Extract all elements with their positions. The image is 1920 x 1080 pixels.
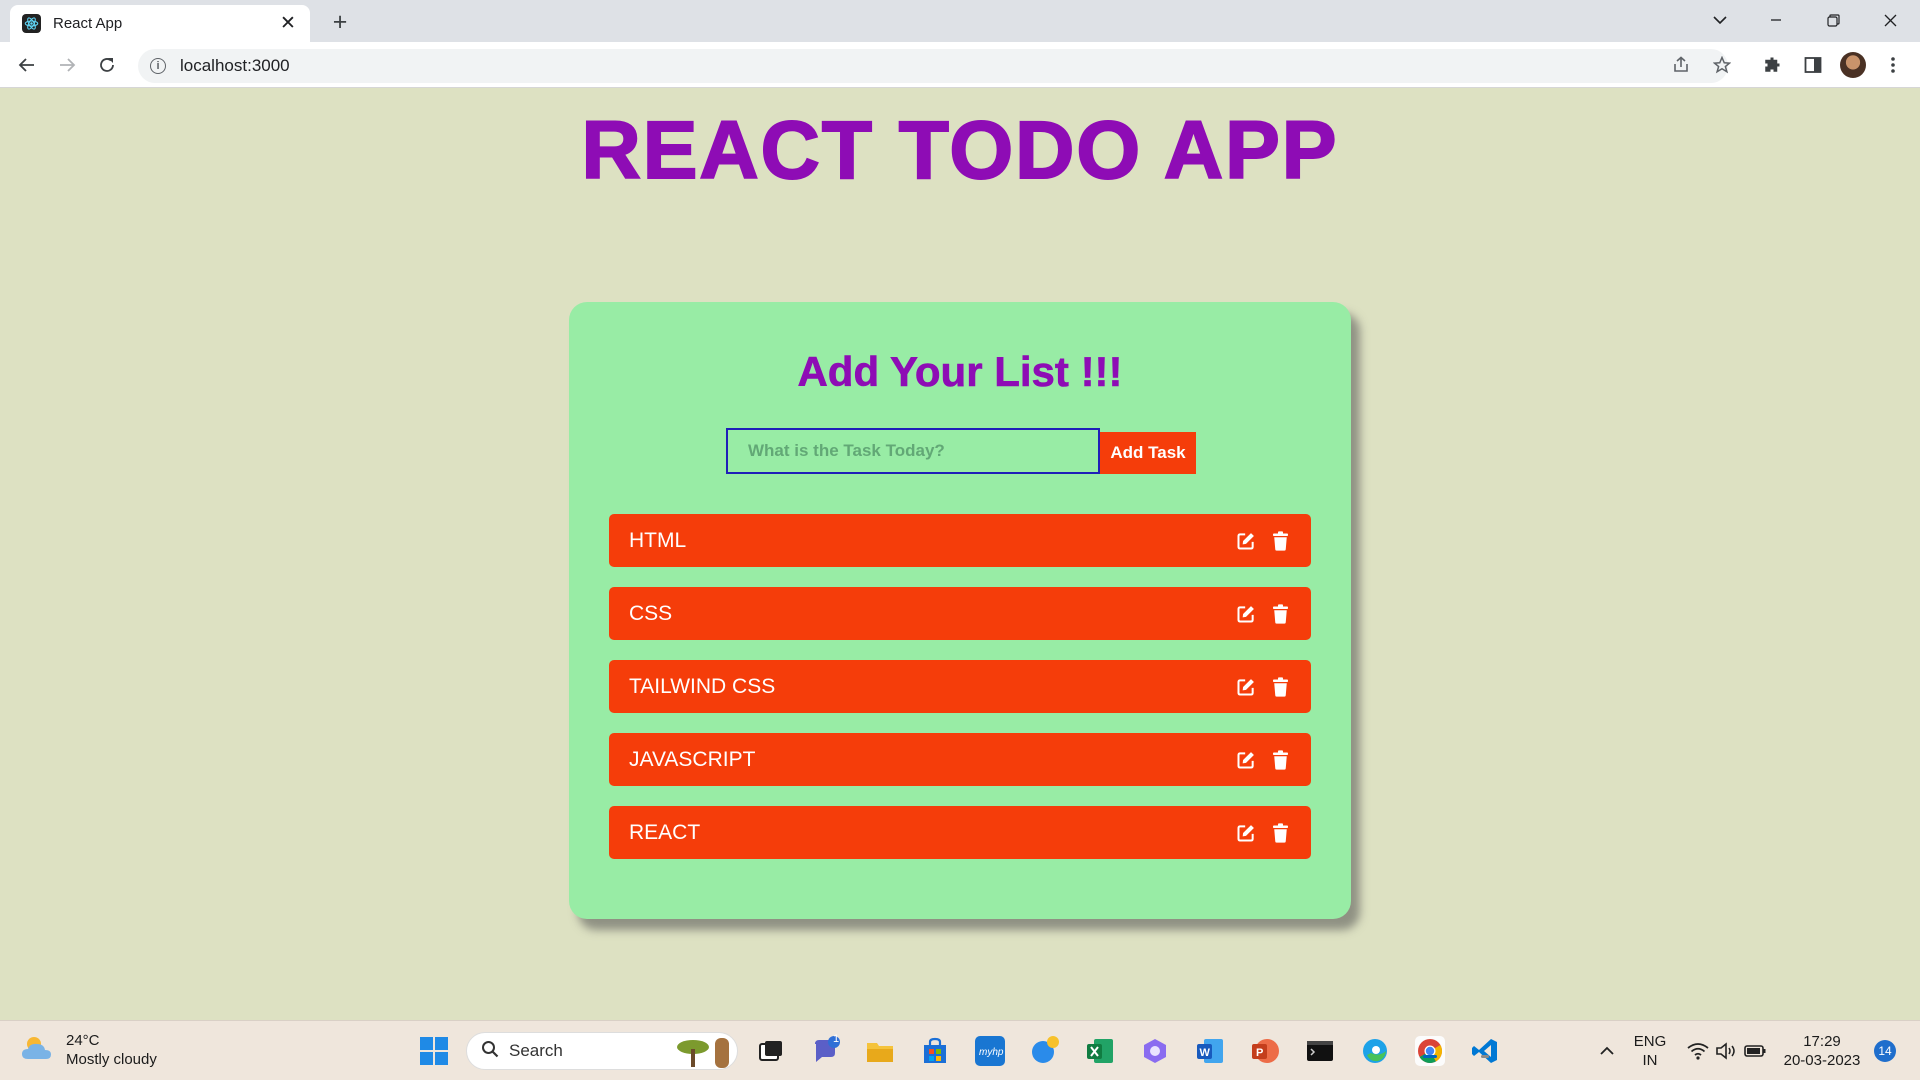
reload-icon[interactable] — [92, 50, 122, 80]
tips-icon[interactable] — [1030, 1036, 1060, 1066]
taskbar: 24°C Mostly cloudy Search 1 myhp W P ENG… — [0, 1020, 1920, 1080]
side-panel-icon[interactable] — [1800, 52, 1826, 78]
new-tab-button[interactable]: + — [326, 9, 354, 37]
powerpoint-icon[interactable]: P — [1250, 1036, 1280, 1066]
edit-icon[interactable] — [1235, 822, 1257, 844]
back-icon[interactable] — [12, 50, 42, 80]
page-title: REACT TODO APP — [581, 104, 1339, 197]
browser-toolbar: i localhost:3000 — [0, 42, 1920, 88]
region-code: IN — [1642, 1052, 1658, 1069]
vscode-icon[interactable] — [1470, 1036, 1500, 1066]
todo-card: Add Your List !!! Add Task HTML CSS TAIL… — [569, 302, 1351, 919]
edge-icon[interactable] — [1360, 1036, 1390, 1066]
share-icon[interactable] — [1668, 52, 1694, 78]
profile-avatar[interactable] — [1840, 52, 1866, 78]
bookmark-star-icon[interactable] — [1709, 52, 1735, 78]
input-language[interactable]: ENG IN — [1630, 1032, 1670, 1070]
todo-item: CSS — [609, 587, 1311, 640]
forward-icon[interactable] — [52, 50, 82, 80]
terminal-icon[interactable] — [1305, 1036, 1335, 1066]
windows-start-icon[interactable] — [420, 1037, 448, 1065]
react-favicon-icon — [22, 14, 41, 33]
volume-icon[interactable] — [1711, 1036, 1741, 1066]
delete-trash-icon[interactable] — [1269, 749, 1291, 771]
delete-trash-icon[interactable] — [1269, 530, 1291, 552]
weather-widget[interactable]: 24°C Mostly cloudy — [20, 1031, 157, 1069]
delete-trash-icon[interactable] — [1269, 603, 1291, 625]
todo-text: HTML — [629, 528, 687, 552]
todo-text: REACT — [629, 820, 701, 844]
search-icon — [481, 1040, 499, 1063]
url-text: localhost:3000 — [180, 56, 290, 75]
teams-badge: 1 — [832, 1033, 840, 1045]
restore-icon[interactable] — [1813, 6, 1853, 34]
close-window-icon[interactable] — [1870, 6, 1910, 34]
microsoft-store-icon[interactable] — [920, 1036, 950, 1066]
tab-close-icon[interactable]: ✕ — [278, 12, 298, 35]
taskbar-search[interactable]: Search — [466, 1032, 738, 1070]
todo-item: JAVASCRIPT — [609, 733, 1311, 786]
extensions-icon[interactable] — [1759, 52, 1785, 78]
weather-desc: Mostly cloudy — [66, 1051, 157, 1068]
cloudy-weather-icon — [20, 1033, 56, 1068]
tab-search-icon[interactable] — [1700, 6, 1740, 34]
file-explorer-icon[interactable] — [865, 1036, 895, 1066]
copilot-hub-icon[interactable] — [1140, 1036, 1170, 1066]
teams-chat-icon[interactable]: 1 — [811, 1033, 841, 1066]
svg-text:P: P — [1256, 1047, 1263, 1059]
svg-text:myhp: myhp — [979, 1047, 1004, 1058]
site-info-icon[interactable]: i — [150, 58, 166, 74]
add-task-button[interactable]: Add Task — [1100, 432, 1196, 474]
clock[interactable]: 17:29 20-03-2023 — [1782, 1032, 1862, 1070]
show-hidden-icons-chevron-up-icon[interactable] — [1592, 1036, 1622, 1066]
weather-temp: 24°C — [66, 1032, 100, 1049]
chrome-active-indicator — [1423, 1055, 1437, 1058]
search-label: Search — [509, 1041, 563, 1060]
wifi-icon[interactable] — [1683, 1036, 1713, 1066]
todo-item: HTML — [609, 514, 1311, 567]
tab-title: React App — [53, 15, 123, 32]
clock-date: 20-03-2023 — [1783, 1052, 1861, 1069]
card-title: Add Your List !!! — [797, 348, 1123, 396]
address-bar[interactable]: i localhost:3000 — [138, 49, 1728, 83]
vscode-open-indicator — [1481, 1055, 1489, 1058]
task-view-icon[interactable] — [756, 1036, 786, 1066]
task-input[interactable] — [726, 428, 1100, 474]
edit-icon[interactable] — [1235, 603, 1257, 625]
todo-list: HTML CSS TAILWIND CSS JAVASCRIPT REACT — [609, 514, 1311, 879]
todo-text: TAILWIND CSS — [629, 674, 776, 698]
menu-dots-icon[interactable] — [1880, 52, 1906, 78]
todo-item: TAILWIND CSS — [609, 660, 1311, 713]
svg-text:W: W — [1200, 1047, 1211, 1059]
chrome-icon[interactable] — [1415, 1036, 1445, 1066]
word-icon[interactable]: W — [1195, 1036, 1225, 1066]
lang-code: ENG — [1633, 1033, 1667, 1050]
todo-text: CSS — [629, 601, 673, 625]
edit-icon[interactable] — [1235, 749, 1257, 771]
edit-icon[interactable] — [1235, 676, 1257, 698]
todo-text: JAVASCRIPT — [629, 747, 756, 771]
browser-tabstrip: React App ✕ + — [0, 0, 1920, 42]
minimize-icon[interactable] — [1756, 6, 1796, 34]
notification-count-badge[interactable]: 14 — [1874, 1040, 1896, 1062]
battery-icon[interactable] — [1740, 1036, 1770, 1066]
clock-time: 17:29 — [1803, 1033, 1841, 1050]
browser-tab[interactable]: React App ✕ — [10, 5, 310, 42]
delete-trash-icon[interactable] — [1269, 676, 1291, 698]
excel-icon[interactable] — [1085, 1036, 1115, 1066]
edit-icon[interactable] — [1235, 530, 1257, 552]
delete-trash-icon[interactable] — [1269, 822, 1291, 844]
todo-item: REACT — [609, 806, 1311, 859]
search-highlight-tree-icon — [671, 1035, 735, 1074]
myhp-icon[interactable]: myhp — [975, 1036, 1005, 1066]
